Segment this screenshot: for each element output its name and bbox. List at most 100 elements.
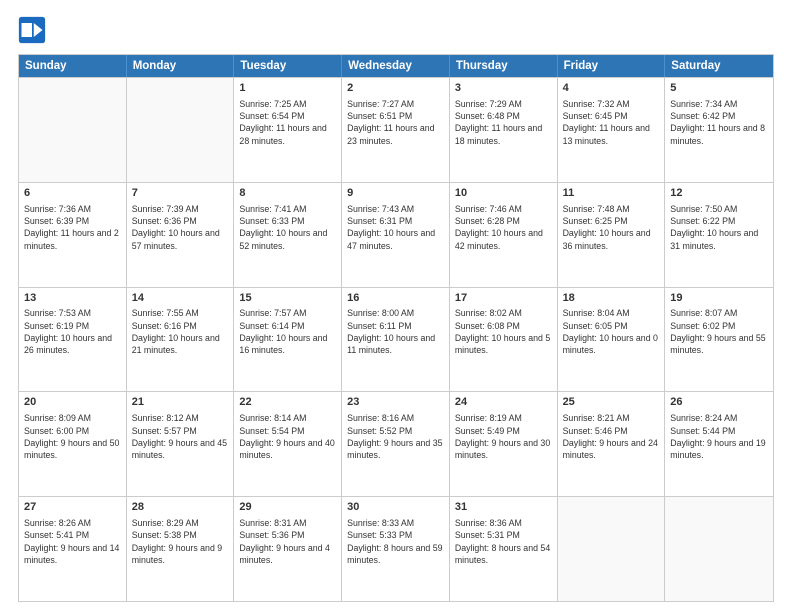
day-number: 26 [670,395,768,410]
cell-info: Sunrise: 7:29 AMSunset: 6:48 PMDaylight:… [455,99,542,146]
cal-cell: 15 Sunrise: 7:57 AMSunset: 6:14 PMDayligh… [234,288,342,392]
cell-info: Sunrise: 8:12 AMSunset: 5:57 PMDaylight:… [132,413,227,460]
day-number: 1 [239,81,336,96]
cal-cell [127,78,235,182]
day-number: 25 [563,395,660,410]
header-friday: Friday [558,55,666,77]
cal-cell: 29Sunrise: 8:31 AMSunset: 5:36 PMDayligh… [234,497,342,601]
day-number: 8 [239,186,336,201]
cal-cell: 25 Sunrise: 8:21 AMSunset: 5:46 PMDayligh… [558,392,666,496]
cal-cell: 11Sunrise: 7:48 AMSunset: 6:25 PMDayligh… [558,183,666,287]
cell-info: Sunrise: 7:46 AMSunset: 6:28 PMDaylight:… [455,204,543,251]
cell-info: Sunrise: 8:29 AMSunset: 5:38 PMDaylight:… [132,518,222,565]
header-tuesday: Tuesday [234,55,342,77]
day-number: 13 [24,291,121,306]
cal-cell: 13 Sunrise: 7:53 AMSunset: 6:19 PMDayligh… [19,288,127,392]
week-row-3: 13 Sunrise: 7:53 AMSunset: 6:19 PMDayligh… [19,287,773,392]
cal-cell: 23 Sunrise: 8:16 AMSunset: 5:52 PMDayligh… [342,392,450,496]
cell-info: Sunrise: 7:32 AMSunset: 6:45 PMDaylight:… [563,99,650,146]
cell-info: Sunrise: 8:00 AMSunset: 6:11 PMDaylight:… [347,308,435,355]
cal-cell: 6 Sunrise: 7:36 AMSunset: 6:39 PMDaylight… [19,183,127,287]
cell-info: Sunrise: 7:57 AMSunset: 6:14 PMDaylight:… [239,308,327,355]
day-number: 6 [24,186,121,201]
cell-info: Sunrise: 8:04 AMSunset: 6:05 PMDaylight:… [563,308,658,355]
cell-info: Sunrise: 8:07 AMSunset: 6:02 PMDaylight:… [670,308,765,355]
cal-cell: 7 Sunrise: 7:39 AMSunset: 6:36 PMDaylight… [127,183,235,287]
header [18,16,774,44]
cal-cell: 8 Sunrise: 7:41 AMSunset: 6:33 PMDaylight… [234,183,342,287]
cal-cell: 2 Sunrise: 7:27 AMSunset: 6:51 PMDaylight… [342,78,450,182]
cell-info: Sunrise: 8:19 AMSunset: 5:49 PMDaylight:… [455,413,550,460]
day-number: 21 [132,395,229,410]
cell-info: Sunrise: 7:43 AMSunset: 6:31 PMDaylight:… [347,204,435,251]
cal-cell: 28 Sunrise: 8:29 AMSunset: 5:38 PMDayligh… [127,497,235,601]
page: Sunday Monday Tuesday Wednesday Thursday… [0,0,792,612]
header-wednesday: Wednesday [342,55,450,77]
cell-info: Sunrise: 7:50 AMSunset: 6:22 PMDaylight:… [670,204,758,251]
cell-info: Sunrise: 7:55 AMSunset: 6:16 PMDaylight:… [132,308,220,355]
cell-info: Sunrise: 7:41 AMSunset: 6:33 PMDaylight:… [239,204,327,251]
header-sunday: Sunday [19,55,127,77]
logo-icon [18,16,46,44]
cell-info: Sunrise: 8:09 AMSunset: 6:00 PMDaylight:… [24,413,119,460]
cal-cell: 26 Sunrise: 8:24 AMSunset: 5:44 PMDayligh… [665,392,773,496]
cell-info: Sunrise: 8:31 AMSunset: 5:36 PMDaylight:… [239,518,329,565]
cal-cell: 31 Sunrise: 8:36 AMSunset: 5:31 PMDayligh… [450,497,558,601]
day-number: 7 [132,186,229,201]
cal-cell: 16 Sunrise: 8:00 AMSunset: 6:11 PMDayligh… [342,288,450,392]
cal-cell: 21 Sunrise: 8:12 AMSunset: 5:57 PMDayligh… [127,392,235,496]
week-row-2: 6 Sunrise: 7:36 AMSunset: 6:39 PMDaylight… [19,182,773,287]
day-number: 2 [347,81,444,96]
cell-info: Sunrise: 8:21 AMSunset: 5:46 PMDaylight:… [563,413,658,460]
cal-cell: 1 Sunrise: 7:25 AMSunset: 6:54 PMDaylight… [234,78,342,182]
day-number: 22 [239,395,336,410]
cal-cell: 19 Sunrise: 8:07 AMSunset: 6:02 PMDayligh… [665,288,773,392]
day-number: 4 [563,81,660,96]
cell-info: Sunrise: 8:33 AMSunset: 5:33 PMDaylight:… [347,518,442,565]
calendar-header: Sunday Monday Tuesday Wednesday Thursday… [19,55,773,77]
day-number: 18 [563,291,660,306]
cell-info: Sunrise: 8:36 AMSunset: 5:31 PMDaylight:… [455,518,550,565]
day-number: 17 [455,291,552,306]
cal-cell: 14 Sunrise: 7:55 AMSunset: 6:16 PMDayligh… [127,288,235,392]
cal-cell: 18 Sunrise: 8:04 AMSunset: 6:05 PMDayligh… [558,288,666,392]
cal-cell: 27Sunrise: 8:26 AMSunset: 5:41 PMDayligh… [19,497,127,601]
cal-cell [558,497,666,601]
week-row-4: 20Sunrise: 8:09 AMSunset: 6:00 PMDayligh… [19,391,773,496]
day-number: 11 [563,186,660,201]
day-number: 19 [670,291,768,306]
cal-cell: 9 Sunrise: 7:43 AMSunset: 6:31 PMDaylight… [342,183,450,287]
calendar-body: 1 Sunrise: 7:25 AMSunset: 6:54 PMDaylight… [19,77,773,601]
day-number: 14 [132,291,229,306]
cell-info: Sunrise: 7:34 AMSunset: 6:42 PMDaylight:… [670,99,765,146]
cal-cell: 17 Sunrise: 8:02 AMSunset: 6:08 PMDayligh… [450,288,558,392]
cell-info: Sunrise: 7:25 AMSunset: 6:54 PMDaylight:… [239,99,326,146]
cal-cell [19,78,127,182]
header-saturday: Saturday [665,55,773,77]
day-number: 31 [455,500,552,515]
day-number: 9 [347,186,444,201]
cal-cell: 24Sunrise: 8:19 AMSunset: 5:49 PMDayligh… [450,392,558,496]
cal-cell: 3 Sunrise: 7:29 AMSunset: 6:48 PMDaylight… [450,78,558,182]
day-number: 23 [347,395,444,410]
cell-info: Sunrise: 7:39 AMSunset: 6:36 PMDaylight:… [132,204,220,251]
day-number: 5 [670,81,768,96]
cell-info: Sunrise: 8:02 AMSunset: 6:08 PMDaylight:… [455,308,550,355]
cell-info: Sunrise: 8:16 AMSunset: 5:52 PMDaylight:… [347,413,442,460]
header-thursday: Thursday [450,55,558,77]
header-monday: Monday [127,55,235,77]
cell-info: Sunrise: 8:24 AMSunset: 5:44 PMDaylight:… [670,413,765,460]
cell-info: Sunrise: 7:53 AMSunset: 6:19 PMDaylight:… [24,308,112,355]
cal-cell: 12 Sunrise: 7:50 AMSunset: 6:22 PMDayligh… [665,183,773,287]
day-number: 30 [347,500,444,515]
day-number: 12 [670,186,768,201]
cell-info: Sunrise: 7:27 AMSunset: 6:51 PMDaylight:… [347,99,434,146]
calendar: Sunday Monday Tuesday Wednesday Thursday… [18,54,774,602]
cal-cell: 22Sunrise: 8:14 AMSunset: 5:54 PMDayligh… [234,392,342,496]
cell-info: Sunrise: 7:36 AMSunset: 6:39 PMDaylight:… [24,204,119,251]
day-number: 28 [132,500,229,515]
day-number: 15 [239,291,336,306]
cal-cell: 20Sunrise: 8:09 AMSunset: 6:00 PMDayligh… [19,392,127,496]
day-number: 16 [347,291,444,306]
day-number: 3 [455,81,552,96]
